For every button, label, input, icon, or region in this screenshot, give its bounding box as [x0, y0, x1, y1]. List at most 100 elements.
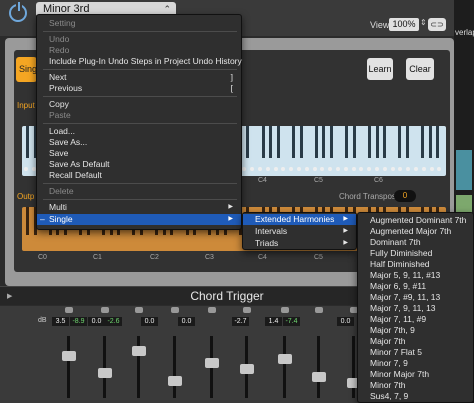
menu-item-delete: Delete: [37, 186, 241, 197]
zoom-select[interactable]: 100%: [389, 18, 419, 31]
link-icon[interactable]: ⊂⊃: [428, 18, 446, 31]
chord-menu-item[interactable]: Fully Diminished: [358, 248, 473, 259]
black-key[interactable]: [436, 126, 440, 158]
level-readout: 3.5: [52, 317, 69, 326]
menu-item-label: Save: [49, 148, 69, 158]
learn-button[interactable]: Learn: [367, 58, 393, 80]
menu-item-label: Minor Major 7th: [370, 369, 430, 379]
power-icon[interactable]: [9, 2, 27, 22]
black-key[interactable]: [345, 126, 349, 158]
black-key[interactable]: [406, 126, 409, 158]
black-key[interactable]: [276, 126, 280, 158]
menu-item-include-plug-in-undo-steps-in-project-undo-history[interactable]: Include Plug-In Undo Steps in Project Un…: [37, 56, 242, 67]
pan-knob[interactable]: [315, 307, 323, 313]
level-readout: 1.4: [265, 317, 282, 326]
pan-knob[interactable]: [65, 307, 73, 313]
chord-menu-item[interactable]: Augmented Major 7th: [358, 226, 473, 237]
black-key[interactable]: [269, 126, 273, 158]
menu-item-triads[interactable]: Triads ▶: [243, 238, 356, 249]
volume-fader[interactable]: [132, 346, 146, 356]
menu-item-recall-default[interactable]: Recall Default: [37, 170, 241, 181]
chord-menu-item[interactable]: Minor 7, 9: [358, 358, 473, 369]
chord-menu-item[interactable]: Major 5, 9, 11, #13: [358, 270, 473, 281]
chord-menu-item[interactable]: Major 7, 11, #9: [358, 314, 473, 325]
submenu-arrow-icon: ▶: [343, 216, 348, 222]
volume-fader[interactable]: [205, 358, 219, 368]
output-octave-label: C0: [38, 254, 47, 261]
chord-menu-item[interactable]: Augmented Dominant 7th: [358, 215, 473, 226]
volume-fader[interactable]: [62, 351, 76, 361]
menu-item-previous[interactable]: Previous [: [37, 83, 241, 94]
chord-menu-item[interactable]: Major 7th, 9: [358, 325, 473, 336]
menu-item-label: Half Diminished: [370, 259, 430, 269]
menu-item-multi[interactable]: Multi ▶: [37, 202, 241, 213]
black-key[interactable]: [368, 126, 371, 158]
volume-fader[interactable]: [240, 364, 254, 374]
black-key[interactable]: [322, 126, 326, 158]
chord-menu-item[interactable]: Major 6, 9, #11: [358, 281, 473, 292]
black-key[interactable]: [375, 126, 379, 158]
volume-fader[interactable]: [98, 368, 112, 378]
volume-fader[interactable]: [168, 376, 182, 386]
chord-menu-item[interactable]: Half Diminished: [358, 259, 473, 270]
zoom-chevron-icon[interactable]: ⇕: [420, 18, 427, 27]
chord-menu-item[interactable]: Dominant 7th: [358, 237, 473, 248]
black-key[interactable]: [330, 126, 333, 158]
chord-menu-item[interactable]: Major 7th: [358, 336, 473, 347]
note-marker: [297, 167, 301, 171]
menu-item-extended-harmonies[interactable]: Extended Harmonies ▶: [243, 214, 356, 225]
chord-menu-item[interactable]: Sus4, 7, 9: [358, 391, 473, 402]
menu-item-copy[interactable]: Copy: [37, 99, 241, 110]
pan-knob[interactable]: [101, 307, 109, 313]
menu-item-single[interactable]: – Single ▶: [37, 214, 241, 225]
volume-fader[interactable]: [278, 354, 292, 364]
menu-item-save-as[interactable]: Save As...: [37, 137, 241, 148]
menu-item-save-as-default[interactable]: Save As Default: [37, 159, 241, 170]
black-key[interactable]: [246, 126, 250, 158]
region-block[interactable]: [456, 150, 472, 190]
note-marker: [406, 167, 411, 171]
black-key[interactable]: [26, 207, 29, 235]
menu-item-paste: Paste: [37, 110, 241, 121]
menu-item-next[interactable]: Next]: [37, 72, 241, 83]
menu-item-save[interactable]: Save: [37, 148, 241, 159]
black-key[interactable]: [421, 126, 425, 158]
chord-menu-item[interactable]: Minor 7th: [358, 380, 473, 391]
pan-knob[interactable]: [171, 307, 179, 313]
mode-single-button[interactable]: Singl: [16, 57, 37, 82]
chord-menu-item[interactable]: Major 7, 9, 11, 13: [358, 303, 473, 314]
shortcut-label: ]: [230, 72, 233, 82]
black-key[interactable]: [292, 126, 295, 158]
black-key[interactable]: [352, 126, 356, 158]
black-key[interactable]: [398, 126, 402, 158]
note-marker: [382, 167, 387, 171]
black-key[interactable]: [383, 126, 387, 158]
fader-track: [173, 336, 176, 398]
pan-knob[interactable]: [243, 307, 251, 313]
fader-track: [103, 336, 106, 398]
menu-item-label: Previous: [49, 83, 83, 93]
chord-menu-item[interactable]: Minor 7 Flat 5: [358, 347, 473, 358]
menu-item-intervals[interactable]: Intervals ▶: [243, 226, 356, 237]
black-key[interactable]: [314, 126, 318, 158]
clear-button[interactable]: Clear: [406, 58, 434, 80]
black-key[interactable]: [428, 126, 432, 158]
chord-menu-item[interactable]: Major 7, #9, 11, 13: [358, 292, 473, 303]
volume-fader[interactable]: [312, 372, 326, 382]
menu-item-load[interactable]: Load...: [37, 126, 241, 137]
pan-knob[interactable]: [135, 307, 143, 313]
black-key[interactable]: [299, 126, 303, 158]
menu-item-label: Single: [49, 214, 73, 224]
db-label: dB: [38, 317, 47, 324]
black-key[interactable]: [26, 126, 29, 158]
note-marker: [359, 167, 364, 171]
menu-item-setting: Setting: [37, 18, 241, 29]
pan-knob[interactable]: [208, 307, 216, 313]
chord-transpose-field[interactable]: 0: [394, 190, 416, 202]
output-octave-label: C1: [93, 254, 102, 261]
menu-item-label: Major 5, 9, 11, #13: [370, 270, 441, 280]
black-key[interactable]: [261, 126, 265, 158]
note-marker: [281, 167, 286, 171]
pan-knob[interactable]: [281, 307, 289, 313]
chord-menu-item[interactable]: Minor Major 7th: [358, 369, 473, 380]
